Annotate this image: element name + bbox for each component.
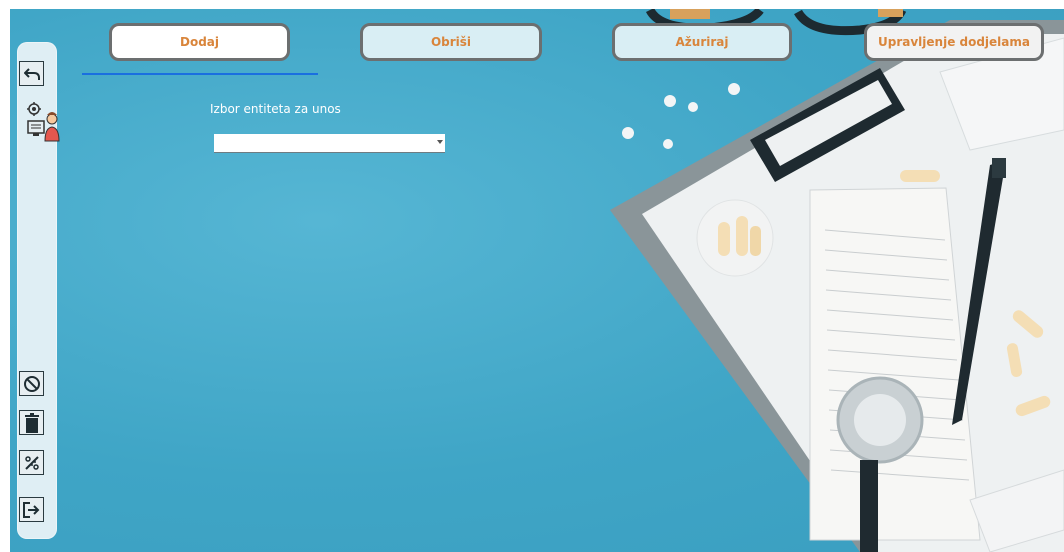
tab-update-label: Ažuriraj [675, 35, 729, 49]
tab-delete-label: Obriši [430, 35, 472, 49]
app-window: Dodaj Obriši Ažuriraj Upravljenje dodjel… [0, 0, 1064, 552]
medical-background-illustration [610, 7, 1064, 552]
active-tab-indicator [82, 73, 318, 75]
tab-delete[interactable]: Obriši [360, 23, 542, 61]
undo-button[interactable] [19, 61, 44, 86]
tab-add[interactable]: Dodaj [109, 23, 290, 61]
admin-icon[interactable] [25, 101, 63, 143]
logout-button[interactable] [19, 497, 44, 522]
entity-select[interactable] [214, 134, 445, 153]
delete-button[interactable] [19, 410, 44, 435]
tab-add-label: Dodaj [179, 35, 219, 49]
clear-filter-icon [24, 455, 39, 470]
chevron-down-icon [437, 140, 443, 144]
undo-icon [23, 67, 40, 80]
entity-select-label: Izbor entiteta za unos [210, 102, 341, 116]
tab-manage-assignments[interactable]: Upravljenje dodjelama [864, 23, 1044, 61]
tab-manage-assignments-label: Upravljenje dodjelama [878, 35, 1030, 49]
cancel-button[interactable] [19, 371, 44, 396]
cancel-icon [23, 375, 40, 392]
logout-icon [22, 501, 39, 518]
tab-update[interactable]: Ažuriraj [612, 23, 792, 61]
clear-filter-button[interactable] [19, 450, 44, 475]
trash-icon [24, 412, 39, 433]
